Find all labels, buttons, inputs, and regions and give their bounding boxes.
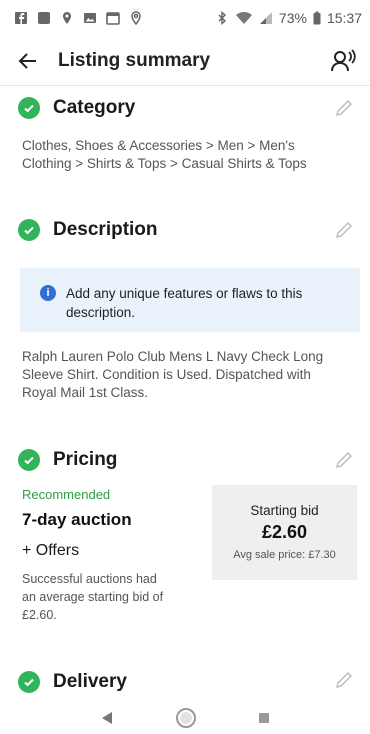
pencil-icon[interactable] [334, 450, 354, 470]
status-bar: 73% 15:37 [0, 0, 370, 36]
info-banner: i Add any unique features or flaws to th… [20, 268, 360, 332]
starting-bid-label: Starting bid [250, 503, 319, 518]
description-line: Sleeve Shirt. Condition is Used. Dispatc… [22, 367, 311, 382]
pricing-header: Pricing [18, 449, 117, 471]
nav-back-icon[interactable] [100, 711, 114, 725]
notification-icons [14, 11, 143, 25]
pricing-note-line: £2.60. [22, 608, 57, 622]
info-line: Add any unique features or flaws to this [66, 286, 303, 301]
app-square-icon [38, 12, 50, 24]
image-icon [84, 13, 96, 23]
pencil-icon[interactable] [334, 220, 354, 240]
pencil-icon[interactable] [334, 670, 354, 690]
category-path-line: Clothing > Shirts & Tops > Casual Shirts… [22, 156, 307, 171]
location-pin-icon [63, 12, 71, 24]
category-header: Category [18, 97, 135, 119]
check-circle-icon [18, 449, 40, 471]
wifi-icon [235, 11, 252, 24]
battery-icon [313, 11, 321, 25]
category-path: Clothes, Shoes & Accessories > Men > Men… [22, 137, 352, 173]
auction-format: 7-day auction [22, 510, 132, 529]
info-text: Add any unique features or flaws to this… [66, 284, 340, 332]
bluetooth-icon [218, 11, 226, 25]
system-nav-bar [0, 702, 370, 734]
description-header: Description [18, 219, 158, 241]
battery-percent: 73% [278, 10, 307, 26]
clock: 15:37 [326, 10, 362, 26]
description-text: Ralph Lauren Polo Club Mens L Navy Check… [22, 348, 362, 402]
person-voice-icon[interactable] [330, 48, 356, 74]
pencil-icon[interactable] [334, 98, 354, 118]
location-pin-icon [131, 11, 141, 25]
delivery-header: Delivery [18, 671, 127, 693]
pricing-note-line: Successful auctions had [22, 572, 157, 586]
pricing-note: Successful auctions had an average start… [22, 570, 202, 624]
pricing-note-line: an average starting bid of [22, 590, 164, 604]
category-path-line: Clothes, Shoes & Accessories > Men > Men… [22, 138, 295, 153]
signal-icon [259, 12, 272, 24]
app-bar: Listing summary [0, 36, 370, 86]
check-circle-icon [18, 97, 40, 119]
info-icon: i [40, 285, 56, 301]
check-circle-icon [18, 219, 40, 241]
description-line: Royal Mail 1st Class. [22, 385, 149, 400]
info-line: description. [66, 305, 136, 320]
facebook-icon [15, 12, 27, 24]
description-line: Ralph Lauren Polo Club Mens L Navy Check… [22, 349, 324, 364]
starting-bid-value: £2.60 [261, 522, 308, 542]
nav-home-icon[interactable] [175, 707, 197, 729]
page-title: Listing summary [58, 49, 211, 71]
category-title: Category [53, 97, 136, 118]
delivery-title: Delivery [53, 671, 127, 692]
pricing-title: Pricing [53, 449, 118, 470]
avg-sale-price: Avg sale price: £7.30 [233, 549, 336, 561]
calendar-icon [106, 12, 120, 25]
description-title: Description [53, 219, 158, 240]
recommended-label: Recommended [22, 487, 111, 502]
nav-recents-icon[interactable] [258, 712, 270, 724]
back-arrow-icon[interactable] [16, 49, 40, 73]
check-circle-icon [18, 671, 40, 693]
starting-bid-box: Starting bid £2.60 Avg sale price: £7.30 [212, 485, 357, 580]
system-indicators: 73% 15:37 [215, 10, 362, 26]
offers-label: + Offers [22, 542, 80, 559]
